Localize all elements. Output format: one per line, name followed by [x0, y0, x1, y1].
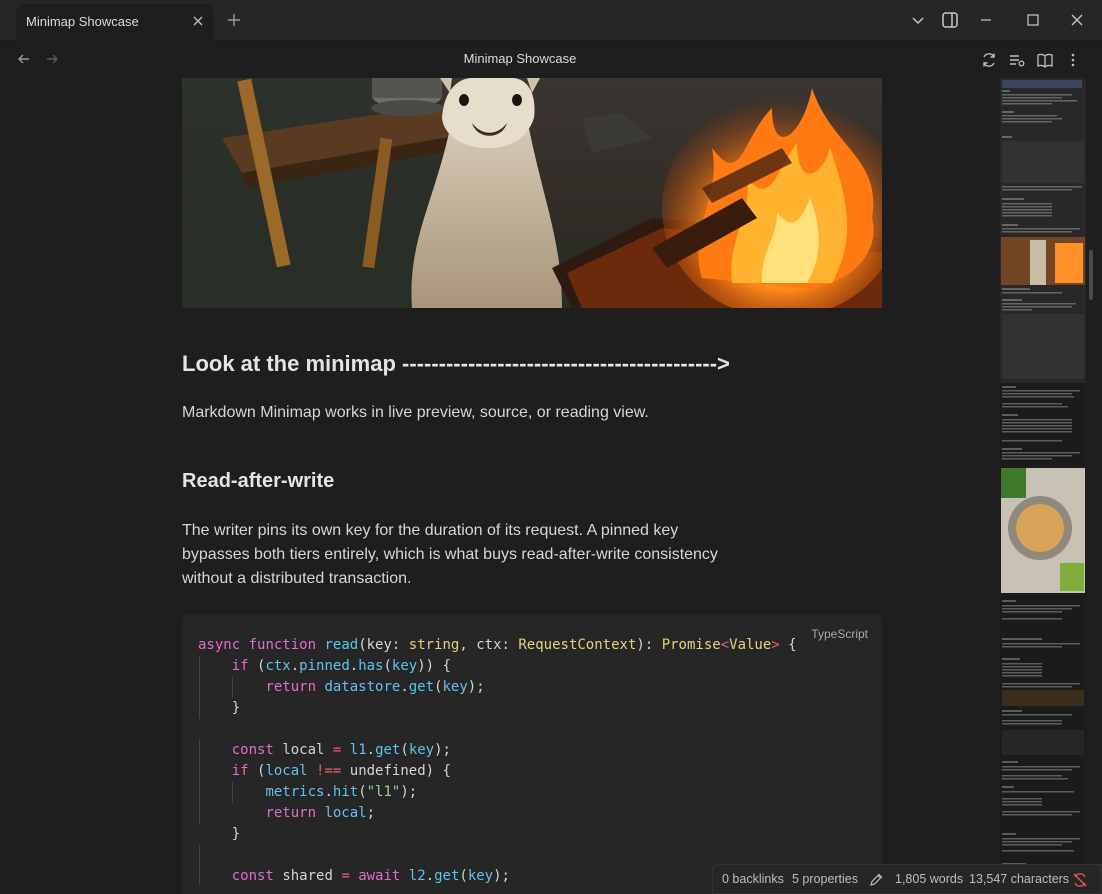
sync-disabled-icon[interactable] [1071, 871, 1089, 889]
view-title[interactable]: Minimap Showcase [0, 51, 1040, 66]
minimap-viewport-slider[interactable] [1000, 78, 1086, 383]
word-count: 1,805 words [895, 872, 964, 886]
code-line: } [198, 826, 241, 842]
code-language-label: TypeScript [811, 627, 868, 641]
minimize-icon[interactable] [977, 11, 995, 29]
intro-paragraph: Markdown Minimap works in live preview, … [182, 404, 649, 421]
read-after-write-paragraph: The writer pins its own key for the dura… [182, 522, 718, 587]
code-line: if (ctx.pinned.has(key)) { [231, 658, 451, 674]
tab-title: Minimap Showcase [26, 14, 139, 29]
heading-read-after-write: Read-after-write [182, 470, 335, 492]
heading-look-at-minimap: Look at the minimap --------------------… [182, 351, 730, 376]
character-count: 13,547 characters [969, 872, 1070, 886]
code-line: metrics.hit("l1"); [265, 784, 418, 800]
code-line: } [198, 700, 241, 716]
close-icon[interactable] [190, 13, 206, 29]
list-settings-icon[interactable] [1008, 51, 1026, 69]
window-close-icon[interactable] [1068, 11, 1086, 29]
plus-icon[interactable] [226, 12, 242, 28]
minimap[interactable] [1000, 78, 1086, 894]
code-line: const shared = await l2.get(key); [231, 868, 510, 884]
view-header: Minimap Showcase [0, 41, 1102, 78]
code-line: return datastore.get(key); [265, 679, 485, 695]
title-bar: Minimap Showcase [0, 0, 1102, 41]
backlinks-count[interactable]: 0 backlinks [722, 872, 784, 886]
code-line: async function read(key: string, ctx: Re… [198, 637, 797, 653]
code-line: const local = l1.get(key); [231, 742, 451, 758]
code-line: if (local !== undefined) { [231, 763, 451, 779]
code-text: async function read(key: string, ctx: Re… [198, 635, 797, 887]
sidebar-toggle-icon[interactable] [941, 11, 959, 29]
code-block[interactable]: TypeScript async function read(key: stri… [182, 614, 882, 894]
sync-icon[interactable] [980, 51, 998, 69]
maximize-icon[interactable] [1024, 11, 1042, 29]
status-bar: 0 backlinks 5 properties 1,805 words 13,… [712, 864, 1102, 894]
properties-count[interactable]: 5 properties [792, 872, 858, 886]
more-vertical-icon[interactable] [1064, 51, 1082, 69]
tab-minimap-showcase[interactable]: Minimap Showcase [16, 4, 214, 41]
reading-view-icon[interactable] [1036, 51, 1054, 69]
note-content[interactable]: Look at the minimap --------------------… [182, 78, 882, 894]
app-window: Minimap Showcase Minimap Showcase Look a… [0, 0, 1102, 894]
llama-campfire-image [182, 78, 882, 308]
scrollbar-thumb[interactable] [1089, 250, 1093, 300]
code-line: return local; [265, 805, 376, 821]
chevron-down-icon[interactable] [909, 11, 927, 29]
pencil-icon[interactable] [868, 872, 884, 888]
